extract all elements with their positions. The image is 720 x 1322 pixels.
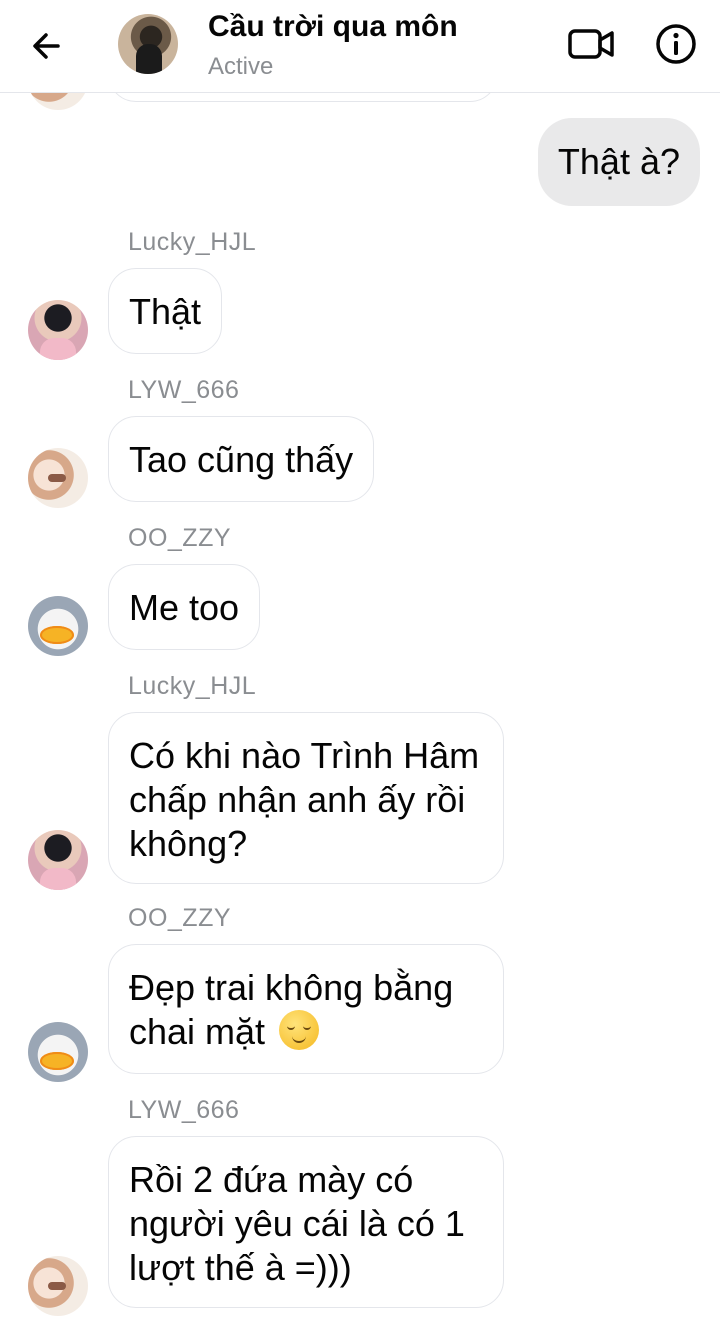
message-text: Thật <box>129 291 202 332</box>
message-bubble[interactable]: Me too <box>108 564 261 650</box>
sender-name: LYW_666 <box>128 1096 240 1124</box>
message-text: chai mặt <box>129 1011 266 1052</box>
message-bubble[interactable]: Đẹp trai không bằng chai mặt <box>108 944 504 1074</box>
message-text-line: lượt thế à =))) <box>129 1247 352 1288</box>
back-button[interactable] <box>24 22 72 70</box>
avatar[interactable] <box>28 300 88 360</box>
message-text-line: không? <box>129 823 248 864</box>
message-text-line-with-emoji: chai mặt <box>129 1010 483 1054</box>
message-text: Thật à? <box>557 141 680 182</box>
relieved-face-emoji <box>279 1010 320 1050</box>
message-bubble[interactable]: Tao cũng thấy <box>108 416 375 502</box>
message-text: Tao cũng thấy <box>129 439 354 480</box>
sender-name: LYW_666 <box>128 376 240 404</box>
avatar[interactable] <box>28 596 88 656</box>
sender-name: Lucky_HJL <box>128 672 257 700</box>
message-bubble-outgoing[interactable]: Thật à? <box>537 118 700 206</box>
avatar[interactable] <box>28 448 88 508</box>
info-button[interactable] <box>652 20 700 68</box>
video-camera-icon <box>568 29 614 59</box>
message-bubble[interactable]: Thật <box>108 268 223 354</box>
avatar[interactable] <box>28 1256 88 1316</box>
sender-name: Lucky_HJL <box>128 228 257 256</box>
sender-name: OO_ZZY <box>128 524 232 552</box>
video-call-button[interactable] <box>566 22 618 66</box>
info-icon <box>656 24 696 64</box>
message-text-line: Có khi nào Trình Hâm <box>129 735 480 776</box>
arrow-left-icon <box>33 33 60 59</box>
message-list[interactable]: Thật à? Lucky_HJL Thật LYW_666 Tao cũng … <box>0 0 720 1322</box>
message-bubble[interactable]: Có khi nào Trình Hâm chấp nhận anh ấy rồ… <box>108 712 504 884</box>
message-text-line: chấp nhận anh ấy rồi <box>129 779 466 820</box>
avatar[interactable] <box>28 830 88 890</box>
avatar[interactable] <box>28 1022 88 1082</box>
message-bubble[interactable]: Rồi 2 đứa mày có người yêu cái là có 1 l… <box>108 1136 504 1308</box>
group-avatar[interactable] <box>118 14 178 74</box>
message-text-line: người yêu cái là có 1 <box>129 1203 465 1244</box>
message-text: Me too <box>129 587 240 628</box>
chat-header: Cầu trời qua môn Active <box>0 0 720 93</box>
message-text-line: Đẹp trai không bằng <box>129 967 454 1008</box>
chat-title[interactable]: Cầu trời qua môn <box>208 10 458 44</box>
active-status: Active <box>208 53 274 80</box>
message-text-line: Rồi 2 đứa mày có <box>129 1159 414 1200</box>
sender-name: OO_ZZY <box>128 904 232 932</box>
